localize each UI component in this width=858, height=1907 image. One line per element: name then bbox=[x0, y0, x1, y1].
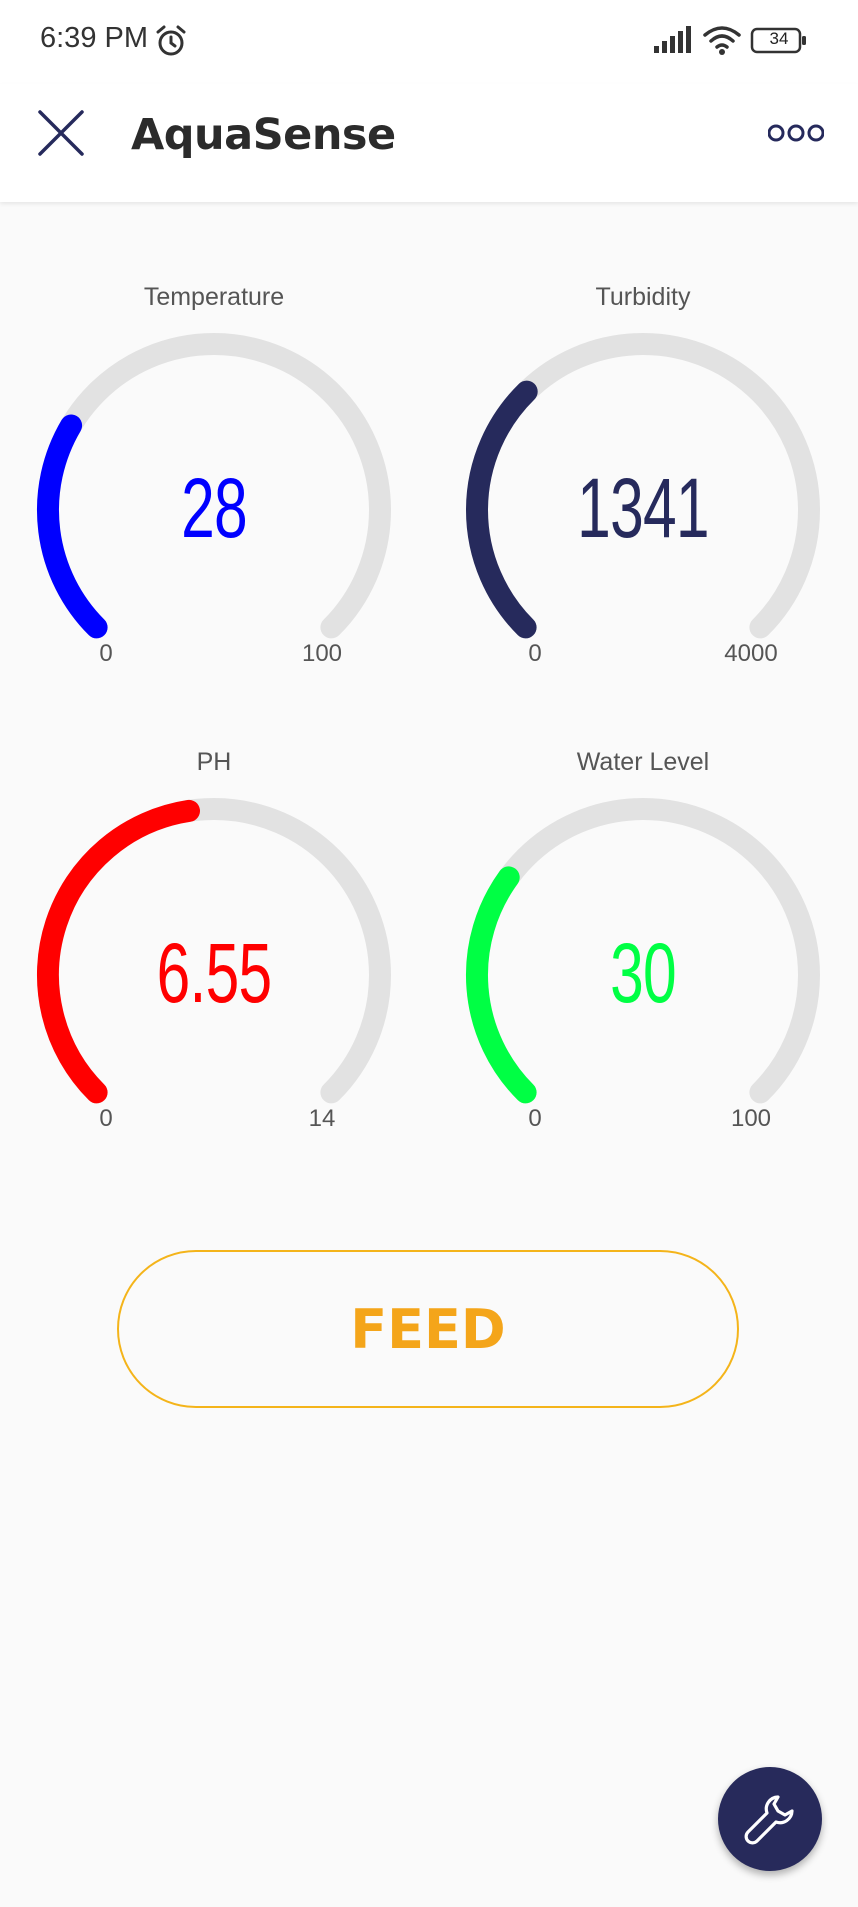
wifi-icon bbox=[703, 26, 741, 55]
gauge-value: 30 bbox=[610, 926, 677, 1020]
gauge-fill bbox=[37, 414, 108, 639]
status-time: 6:39 PM bbox=[40, 22, 148, 54]
status-bar: 6:39 PM 34 bbox=[0, 0, 858, 84]
gauge-fill bbox=[465, 866, 537, 1104]
gauge-min: 0 bbox=[99, 640, 113, 667]
close-button[interactable] bbox=[36, 108, 86, 158]
close-icon bbox=[38, 110, 84, 156]
more-options-button[interactable] bbox=[767, 120, 825, 146]
battery-level: 34 bbox=[769, 29, 789, 48]
gauge-min: 0 bbox=[528, 1105, 542, 1132]
gauge-min: 0 bbox=[99, 1105, 113, 1132]
gauge-min: 0 bbox=[528, 640, 542, 667]
settings-fab[interactable] bbox=[718, 1767, 822, 1871]
more-icon bbox=[767, 124, 825, 142]
feed-button[interactable]: FEED bbox=[117, 1250, 739, 1408]
gauge-value: 6.55 bbox=[156, 926, 273, 1020]
wrench-icon bbox=[744, 1795, 794, 1845]
gauge-value: 28 bbox=[181, 461, 248, 555]
gauge-max: 100 bbox=[730, 1105, 772, 1132]
app-bar: AquaSense bbox=[0, 84, 858, 202]
gauge-fill bbox=[466, 380, 538, 639]
gauge-max: 4000 bbox=[724, 640, 778, 667]
alarm-icon bbox=[156, 25, 186, 56]
gauge-value: 1341 bbox=[577, 461, 709, 555]
app-title: AquaSense bbox=[131, 110, 396, 160]
gauge-max: 100 bbox=[301, 640, 343, 667]
signal-icon bbox=[654, 26, 691, 53]
gauge-max: 14 bbox=[308, 1105, 336, 1132]
